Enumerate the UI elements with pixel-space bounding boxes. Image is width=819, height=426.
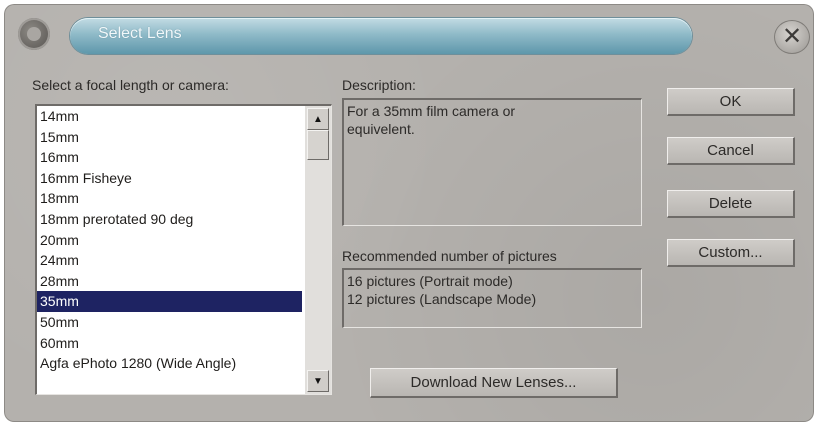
lens-list-item[interactable]: 18mm: [37, 188, 302, 209]
delete-button[interactable]: Delete: [667, 190, 795, 218]
lens-list-item[interactable]: 14mm: [37, 106, 302, 127]
lens-list-item[interactable]: Agfa ePhoto 1280 (Wide Angle): [37, 353, 302, 374]
title-bar[interactable]: Select Lens: [70, 18, 692, 54]
lens-list-item[interactable]: 28mm: [37, 271, 302, 292]
lens-list-item[interactable]: 20mm: [37, 230, 302, 251]
lens-list-item[interactable]: 24mm: [37, 250, 302, 271]
description-textbox[interactable]: For a 35mm film camera or equivelent.: [342, 98, 642, 226]
ok-button[interactable]: OK: [667, 88, 795, 116]
lens-list-label: Select a focal length or camera:: [32, 77, 229, 93]
scroll-up-button[interactable]: ▲: [307, 108, 329, 130]
lens-list-scrollbar[interactable]: ▲ ▼: [305, 106, 331, 394]
close-icon: ✕: [781, 23, 803, 50]
lens-listbox[interactable]: 14mm 15mm 16mm 16mm Fisheye 18mm 18mm prerota…: [35, 104, 332, 395]
recommended-line-portrait: 16 pictures (Portrait mode): [347, 273, 513, 289]
lens-list-item[interactable]: 60mm: [37, 333, 302, 354]
lens-list-item[interactable]: 18mm prerotated 90 deg: [37, 209, 302, 230]
app-logo-icon: [18, 18, 50, 50]
scroll-thumb[interactable]: [307, 130, 329, 160]
lens-list-item[interactable]: 15mm: [37, 127, 302, 148]
cancel-button[interactable]: Cancel: [667, 137, 795, 165]
window-title: Select Lens: [98, 25, 182, 42]
custom-button[interactable]: Custom...: [667, 239, 795, 267]
scroll-up-icon: ▲: [313, 113, 323, 125]
lens-list-item[interactable]: 16mm: [37, 147, 302, 168]
lens-items-container: 14mm 15mm 16mm 16mm Fisheye 18mm 18mm prerota…: [37, 106, 331, 374]
recommended-line-landscape: 12 pictures (Landscape Mode): [347, 291, 537, 307]
recommended-label: Recommended number of pictures: [342, 248, 557, 264]
scroll-down-icon: ▼: [313, 375, 323, 387]
lens-list-item[interactable]: 50mm: [37, 312, 302, 333]
select-lens-dialog: Select Lens ✕ Select a focal length or c…: [4, 4, 814, 422]
recommended-textbox[interactable]: 16 pictures (Portrait mode) 12 pictures …: [342, 268, 642, 328]
lens-list-item[interactable]: 16mm Fisheye: [37, 168, 302, 189]
description-label: Description:: [342, 77, 416, 93]
scroll-down-button[interactable]: ▼: [307, 370, 329, 392]
lens-list-item[interactable]: 35mm: [37, 291, 302, 312]
close-button[interactable]: ✕: [774, 20, 810, 54]
download-new-lenses-button[interactable]: Download New Lenses...: [370, 368, 618, 398]
